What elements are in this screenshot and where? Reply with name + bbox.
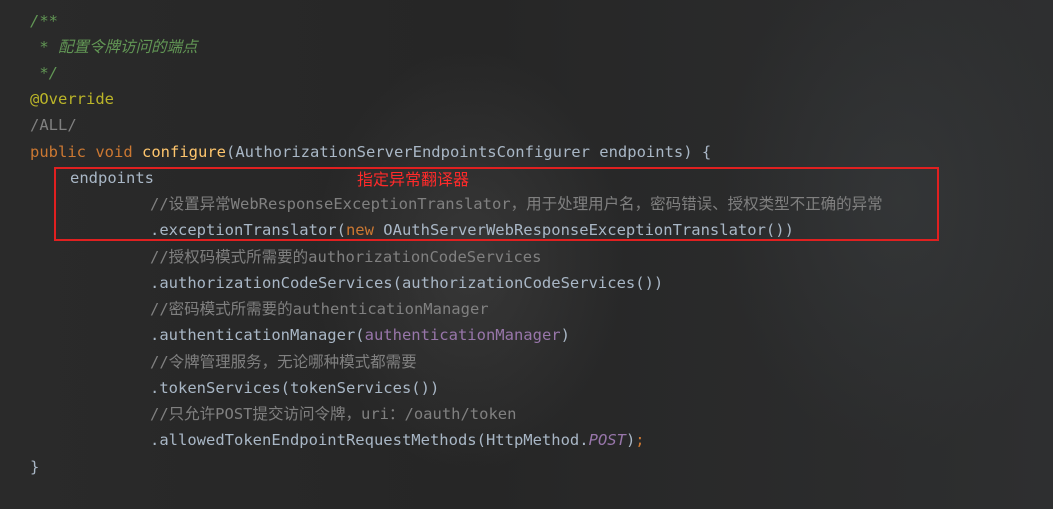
method-signature: public void configure(AuthorizationServe… bbox=[30, 142, 711, 162]
statement-semicolon: ; bbox=[635, 431, 645, 449]
auth-manager-call: .authenticationManager(authenticationMan… bbox=[150, 325, 570, 345]
keyword-void: void bbox=[95, 143, 142, 161]
path-marker: /ALL/ bbox=[30, 116, 77, 134]
auth-manager-close: ) bbox=[560, 326, 570, 344]
token-services-call: .tokenServices(tokenServices()) bbox=[150, 379, 440, 397]
method-params: (AuthorizationServerEndpointsConfigurer … bbox=[226, 143, 712, 161]
override-annotation: @Override bbox=[30, 90, 114, 108]
comment-auth-code: //授权码模式所需要的authorizationCodeServices bbox=[150, 248, 542, 266]
comment-auth-manager: //密码模式所需要的authenticationManager bbox=[150, 300, 489, 318]
auth-manager-field: authenticationManager bbox=[364, 326, 561, 344]
code-editor[interactable]: /** * 配置令牌访问的端点 */ @Override /ALL/ publi… bbox=[0, 0, 1053, 509]
comment-post-only: //只允许POST提交访问令牌，uri：/oauth/token bbox=[150, 405, 517, 423]
doc-comment-text: * 配置令牌访问的端点 bbox=[30, 38, 198, 56]
doc-comment-close: */ bbox=[30, 64, 58, 82]
keyword-public: public bbox=[30, 143, 96, 161]
allowed-methods-call: .allowedTokenEndpointRequestMethods(Http… bbox=[150, 430, 645, 450]
annotation-label: 指定异常翻译器 bbox=[357, 170, 470, 189]
auth-code-services-call: .authorizationCodeServices(authorization… bbox=[150, 274, 664, 292]
doc-comment-open: /** bbox=[30, 12, 58, 30]
http-method-post: POST bbox=[588, 431, 626, 449]
method-name-configure: configure bbox=[142, 143, 226, 161]
comment-token-services: //令牌管理服务，无论哪种模式都需要 bbox=[150, 353, 417, 371]
closing-brace: } bbox=[30, 458, 40, 476]
auth-manager-method: .authenticationManager( bbox=[150, 326, 365, 344]
annotation-highlight-box bbox=[54, 167, 939, 241]
allowed-methods-close: ) bbox=[625, 431, 636, 449]
allowed-methods-method: .allowedTokenEndpointRequestMethods(Http… bbox=[150, 431, 589, 449]
